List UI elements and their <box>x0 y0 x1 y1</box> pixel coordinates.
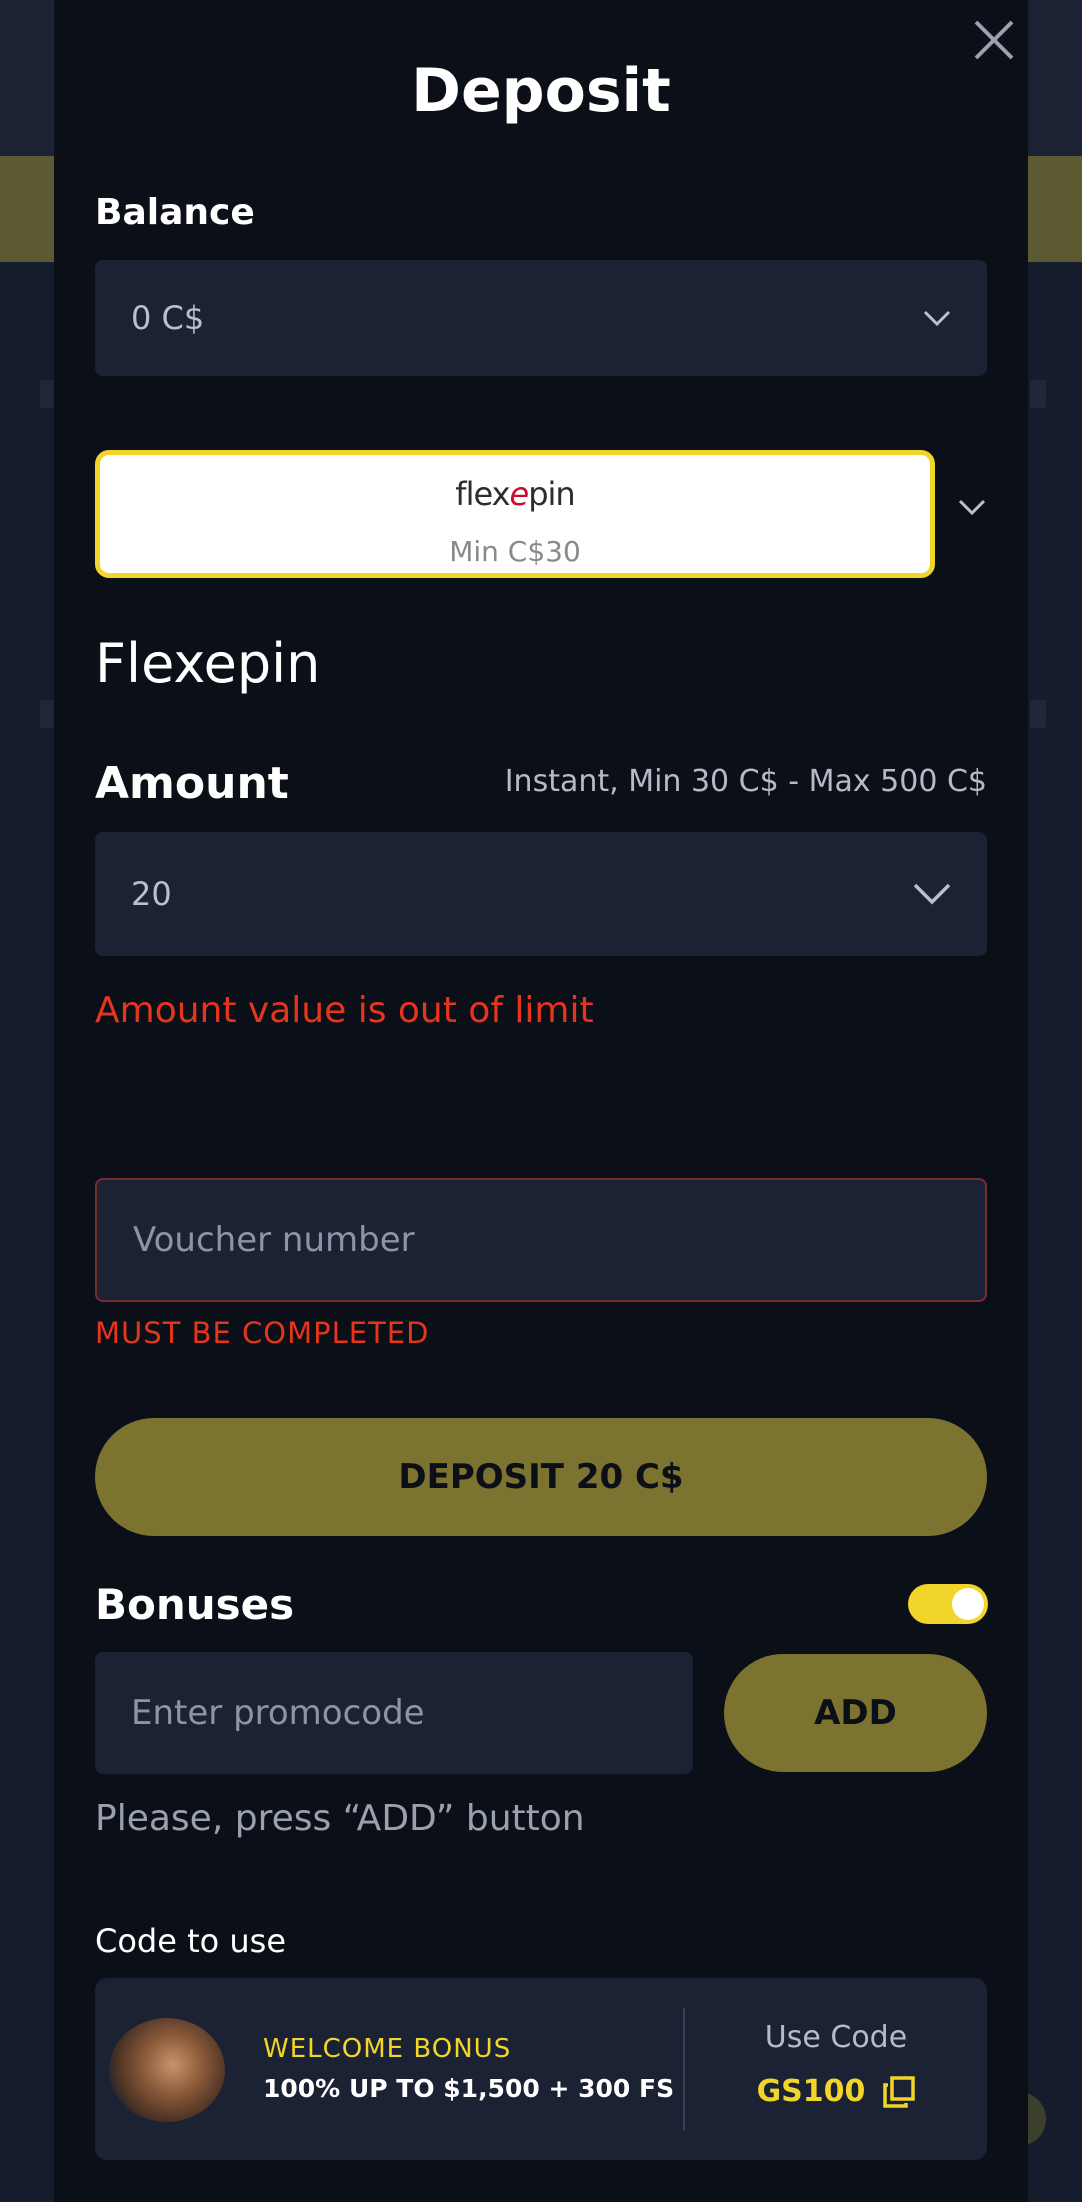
add-promocode-button[interactable]: ADD <box>724 1654 987 1772</box>
amount-error: Amount value is out of limit <box>95 990 594 1031</box>
chevron-down-icon <box>923 310 951 327</box>
promocode-input[interactable]: Enter promocode <box>95 1652 693 1774</box>
payment-method-min: Min C$30 <box>449 535 581 568</box>
background-text <box>1030 380 1046 408</box>
amount-select[interactable]: 20 <box>95 832 987 956</box>
voucher-number-input[interactable]: Voucher number <box>95 1178 987 1302</box>
bonuses-label: Bonuses <box>95 1580 295 1629</box>
bonus-character-image <box>109 2018 225 2122</box>
copy-icon <box>883 2075 916 2108</box>
bonuses-toggle[interactable] <box>908 1584 988 1624</box>
toggle-knob <box>952 1588 984 1620</box>
flexepin-logo: flexepin <box>455 475 575 513</box>
bonus-title: WELCOME BONUS <box>263 2034 512 2064</box>
chevron-down-icon <box>913 883 951 905</box>
payment-method-name: Flexepin <box>95 632 321 695</box>
deposit-modal: Deposit Balance 0 C$ flexepin Min C$30 F… <box>54 0 1028 2202</box>
balance-label: Balance <box>95 192 255 233</box>
balance-select[interactable]: 0 C$ <box>95 260 987 376</box>
amount-limits-hint: Instant, Min 30 C$ - Max 500 C$ <box>504 764 987 799</box>
bonus-code: GS100 <box>756 2074 866 2109</box>
balance-value: 0 C$ <box>131 299 205 337</box>
deposit-button[interactable]: DEPOSIT 20 C$ <box>95 1418 987 1536</box>
bonus-code-card: WELCOME BONUS 100% UP TO $1,500 + 300 FS… <box>95 1978 987 2160</box>
voucher-error: MUST BE COMPLETED <box>95 1316 430 1350</box>
code-to-use-label: Code to use <box>95 1922 287 1960</box>
copy-code-button[interactable]: GS100 <box>685 2074 987 2109</box>
payment-methods-chevron-icon[interactable] <box>958 498 986 516</box>
bonus-description: 100% UP TO $1,500 + 300 FS <box>263 2074 675 2103</box>
background-text <box>1030 700 1046 728</box>
promocode-hint: Please, press “ADD” button <box>95 1798 585 1839</box>
payment-method-card[interactable]: flexepin Min C$30 <box>95 450 935 578</box>
amount-label: Amount <box>95 758 289 809</box>
modal-title: Deposit <box>411 56 671 126</box>
amount-value: 20 <box>131 875 172 913</box>
use-code-label: Use Code <box>764 2020 908 2055</box>
close-icon <box>974 20 1014 60</box>
